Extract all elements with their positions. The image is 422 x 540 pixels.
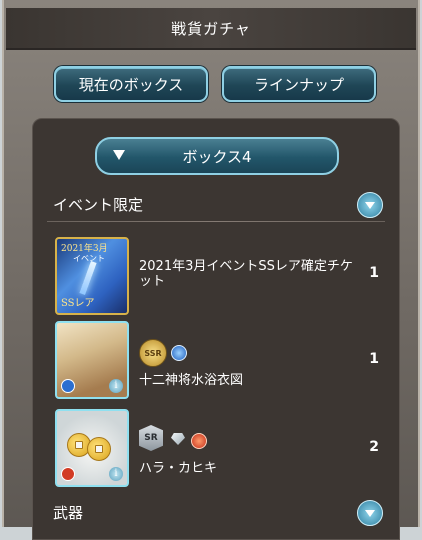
item-name: 十二神将水浴衣図 [139,373,244,388]
water-element-icon [61,379,75,393]
title-bar: 戦貨ガチャ [6,8,416,50]
item-quantity: 1 [369,265,379,281]
water-attribute-icon [171,345,187,361]
coin-icon [87,437,111,461]
gacha-panel: 戦貨ガチャ 現在のボックス ラインナップ ボックス4 イベント限定 2021年3… [2,0,420,540]
item-quantity: 2 [369,439,379,455]
chevron-down-icon[interactable] [357,192,383,218]
divider [47,221,385,222]
item-quantity: 1 [369,351,379,367]
gem-icon [171,433,185,445]
section-label: 武器 [53,503,84,522]
page-title: 戦貨ガチャ [171,19,251,38]
list-item[interactable]: 2021年3月 イベント SSレア 2021年3月イベントSSレア確定チケット … [33,237,399,317]
summon-thumbnail[interactable]: i [55,321,129,399]
section-header-weapon[interactable]: 武器 [33,497,399,527]
item-name: ハラ・カヒキ [139,461,218,476]
thumb-event-text: イベント [73,254,105,263]
current-box-button[interactable]: 現在のボックス [54,66,208,102]
sr-rarity-icon: SR [139,425,163,451]
lineup-button[interactable]: ラインナップ [222,66,376,102]
list-item[interactable]: i SSR 十二神将水浴衣図 1 [33,321,399,401]
list-item[interactable]: i SR ハラ・カヒキ 2 [33,409,399,489]
section-label: イベント限定 [53,195,144,214]
info-icon[interactable]: i [109,379,123,393]
item-name: 2021年3月イベントSSレア確定チケット [139,259,353,289]
section-header-event[interactable]: イベント限定 [33,189,399,219]
fire-attribute-icon [191,433,207,449]
sword-icon [79,260,97,296]
info-icon[interactable]: i [109,467,123,481]
box-contents-panel: ボックス4 イベント限定 2021年3月 イベント SSレア 2021年3月イベ… [32,118,400,540]
ticket-thumbnail[interactable]: 2021年3月 イベント SSレア [55,237,129,315]
chevron-down-icon[interactable] [357,500,383,526]
ssr-rarity-icon: SSR [139,339,167,367]
thumb-ss-text: SSレア [61,298,95,309]
weapon-thumbnail[interactable]: i [55,409,129,487]
box-select-label: ボックス4 [182,147,252,166]
triangle-down-icon [113,150,125,160]
fire-element-icon [61,467,75,481]
box-select-dropdown[interactable]: ボックス4 [95,137,339,175]
